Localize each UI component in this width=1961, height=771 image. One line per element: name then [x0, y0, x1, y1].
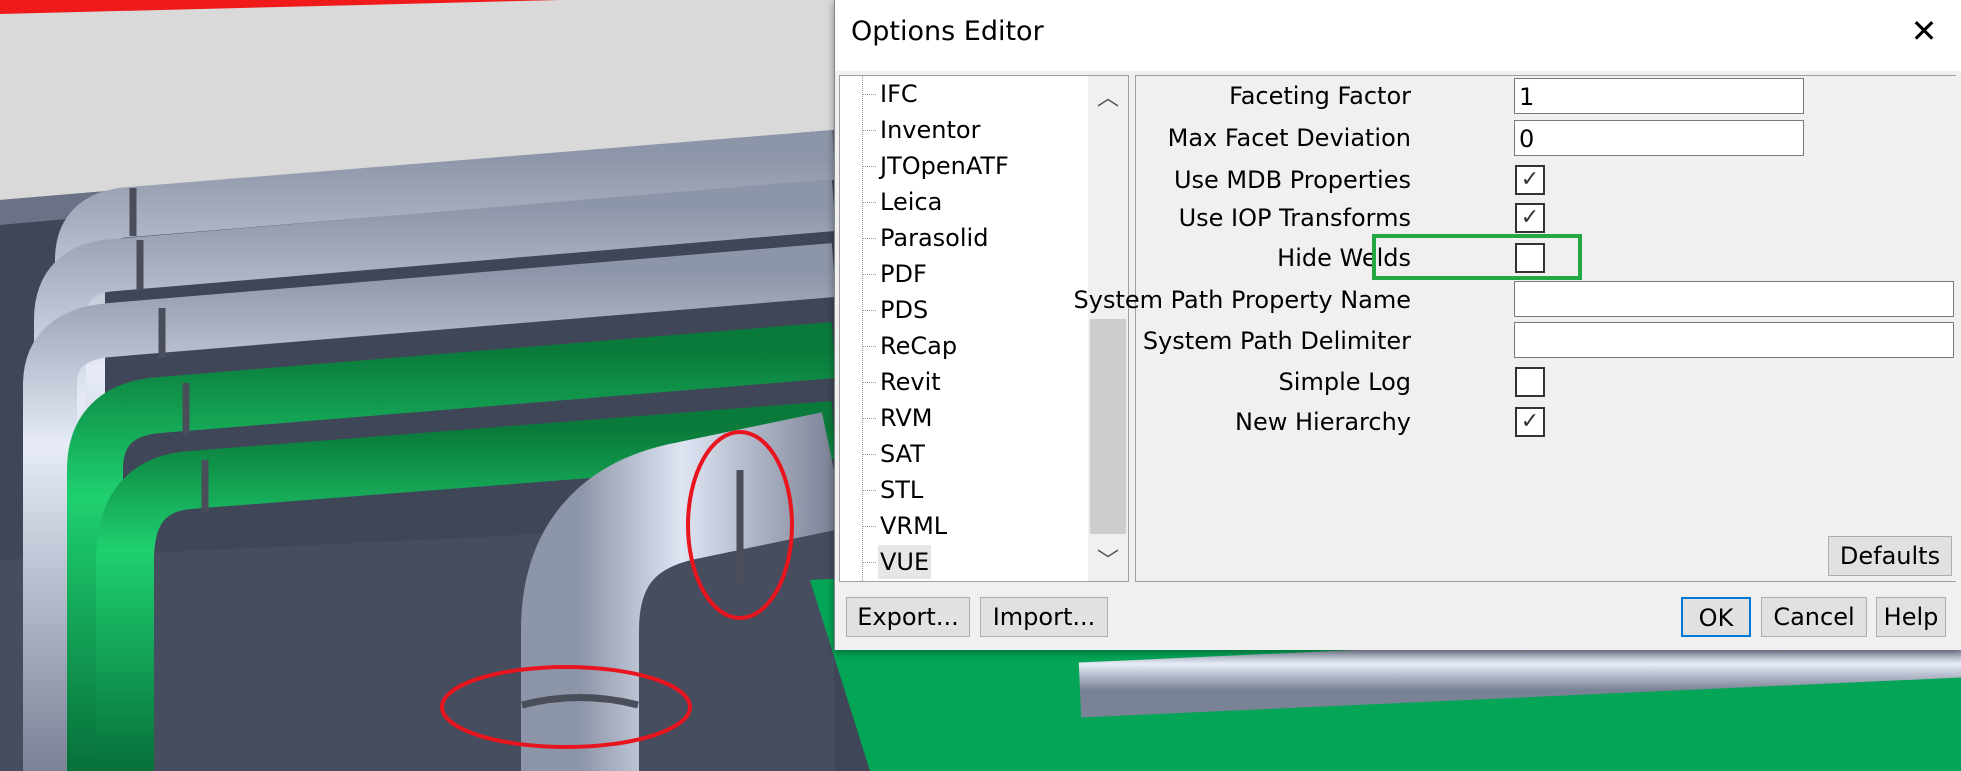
use-mdb-properties-checkbox[interactable]: ✓ — [1515, 165, 1545, 195]
tree-connector — [862, 274, 876, 275]
tree-item[interactable]: Inventor — [878, 113, 982, 147]
ok-button[interactable]: OK — [1681, 597, 1751, 637]
cancel-button[interactable]: Cancel — [1761, 597, 1867, 637]
tree-connector — [862, 238, 876, 239]
tree-item[interactable]: Parasolid — [878, 221, 990, 255]
max-facet-deviation-label: Max Facet Deviation — [1167, 124, 1411, 152]
system-path-delimiter-label: System Path Delimiter — [1142, 327, 1411, 355]
tree-connector — [862, 166, 876, 167]
system-path-property-name-label: System Path Property Name — [1073, 286, 1411, 314]
tree-connector — [862, 202, 876, 203]
tree-connector — [862, 94, 876, 95]
tree-item[interactable]: VUE — [878, 545, 932, 579]
export-button[interactable]: Export... — [846, 597, 970, 637]
tree-connector — [862, 310, 876, 311]
hide-welds-highlight — [1372, 234, 1582, 280]
use-iop-transforms-checkbox[interactable]: ✓ — [1515, 203, 1545, 233]
new-hierarchy-label: New Hierarchy — [1235, 408, 1411, 436]
tree-item[interactable]: ReCap — [878, 329, 959, 363]
system-path-delimiter-input[interactable] — [1514, 322, 1954, 358]
tree-connector — [862, 562, 876, 563]
defaults-button[interactable]: Defaults — [1828, 536, 1952, 576]
use-iop-transforms-label: Use IOP Transforms — [1178, 204, 1411, 232]
scroll-up-icon[interactable]: ︿ — [1088, 80, 1128, 112]
tree-connector — [862, 526, 876, 527]
dialog-title: Options Editor — [851, 16, 1044, 47]
system-path-property-name-input[interactable] — [1514, 281, 1954, 317]
tree-connector — [862, 382, 876, 383]
tree-connector — [862, 346, 876, 347]
close-icon[interactable]: ✕ — [1904, 12, 1944, 50]
tree-item[interactable]: IFC — [878, 77, 920, 111]
scroll-down-icon[interactable]: ﹀ — [1088, 543, 1128, 575]
tree-connector — [862, 418, 876, 419]
title-bar: Options Editor ✕ — [835, 0, 1961, 71]
help-button[interactable]: Help — [1876, 597, 1946, 637]
tree-item[interactable]: Revit — [878, 365, 943, 399]
tree-item[interactable]: SAT — [878, 437, 927, 471]
tree-connector — [862, 454, 876, 455]
simple-log-checkbox[interactable] — [1515, 367, 1545, 397]
tree-item[interactable]: RVM — [878, 401, 935, 435]
options-panel: Faceting Factor 1 Max Facet Deviation 0 … — [1074, 75, 1956, 582]
new-hierarchy-checkbox[interactable]: ✓ — [1515, 407, 1545, 437]
faceting-factor-input[interactable]: 1 — [1514, 78, 1804, 114]
options-editor-dialog: Options Editor ✕ IFC Inventor JTOpenATF Lei… — [834, 0, 1961, 650]
max-facet-deviation-input[interactable]: 0 — [1514, 120, 1804, 156]
format-tree: IFC Inventor JTOpenATF Leica Parasolid PDF PDS… — [839, 75, 1129, 582]
tree-scrollbar[interactable]: ︿ ﹀ — [1088, 76, 1128, 581]
tree-item[interactable]: PDS — [878, 293, 930, 327]
tree-connector — [862, 490, 876, 491]
faceting-factor-label: Faceting Factor — [1229, 82, 1411, 110]
tree-item[interactable]: VRML — [878, 509, 949, 543]
simple-log-label: Simple Log — [1278, 368, 1411, 396]
tree-connector — [862, 130, 876, 131]
tree-item[interactable]: JTOpenATF — [878, 149, 1011, 183]
tree-item[interactable]: PDF — [878, 257, 929, 291]
use-mdb-properties-label: Use MDB Properties — [1173, 166, 1411, 194]
import-button[interactable]: Import... — [980, 597, 1108, 637]
scrollbar-thumb[interactable] — [1090, 319, 1126, 534]
tree-item[interactable]: Leica — [878, 185, 944, 219]
tree-item[interactable]: STL — [878, 473, 925, 507]
